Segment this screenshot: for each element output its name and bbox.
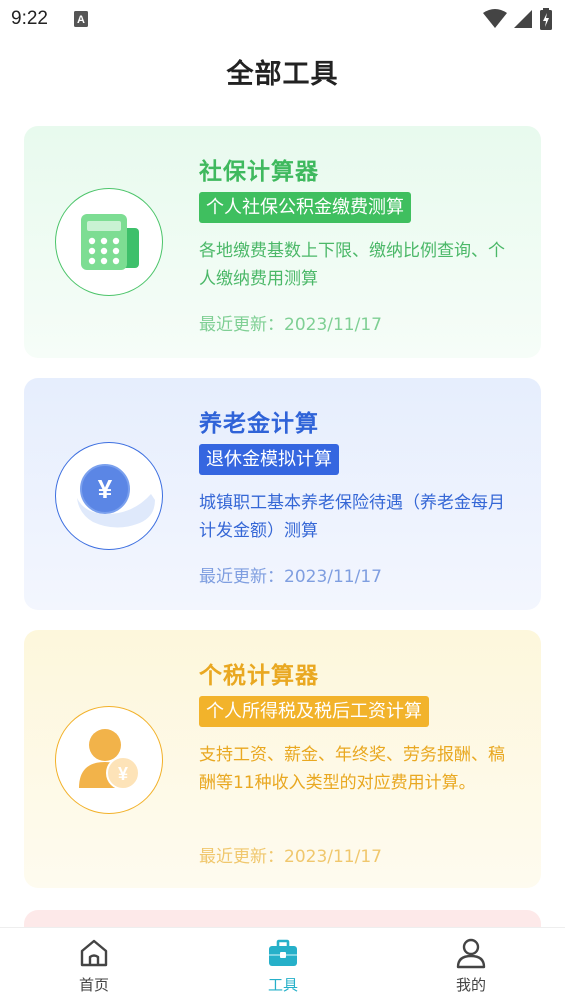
card-update-date: 最近更新：2023/11/17 xyxy=(199,567,382,587)
card-description: 各地缴费基数上下限、缴纳比例查询、个人缴纳费用测算 xyxy=(199,241,505,289)
battery-charging-icon xyxy=(540,8,552,30)
card-title: 社保计算器 xyxy=(199,159,319,185)
home-icon xyxy=(80,939,108,967)
yuan-coin-hand-icon: ¥ xyxy=(76,463,155,528)
status-time: 9:22 xyxy=(11,8,48,29)
card-tag: 个人社保公积金缴费测算 xyxy=(199,192,411,223)
system-icons xyxy=(483,8,553,30)
signal-icon xyxy=(514,10,532,28)
card-tag: 退休金模拟计算 xyxy=(199,444,339,475)
card-update-date: 最近更新：2023/11/17 xyxy=(199,315,382,335)
nav-item-home[interactable]: 首页 xyxy=(34,928,154,1004)
card-title: 个税计算器 xyxy=(199,663,319,689)
card-icon-circle: ¥ xyxy=(55,442,163,550)
nav-label: 我的 xyxy=(455,976,486,994)
card-description: 支持工资、薪金、年终奖、劳务报酬、稿酬等11种收入类型的对应费用计算。 xyxy=(199,745,505,793)
nav-label: 工具 xyxy=(267,976,298,994)
person-yuan-icon: ¥ xyxy=(78,728,140,790)
nav-item-tools[interactable]: 工具 xyxy=(223,928,343,1004)
toolbox-icon xyxy=(269,939,297,966)
tool-card-social-security[interactable]: 社保计算器 个人社保公积金缴费测算 各地缴费基数上下限、缴纳比例查询、个人缴纳费… xyxy=(24,126,541,358)
tool-card-pension[interactable]: ¥ 养老金计算 退休金模拟计算 城镇职工基本养老保险待遇（养老金每月计发金额）测… xyxy=(24,378,541,610)
card-title: 养老金计算 xyxy=(199,411,319,437)
wifi-icon xyxy=(483,9,507,28)
page-title: 全部工具 xyxy=(226,59,339,90)
tool-card-income-tax[interactable]: ¥ 个税计算器 个人所得税及税后工资计算 支持工资、薪金、年终奖、劳务报酬、稿酬… xyxy=(24,630,541,888)
notification-a-icon: A xyxy=(74,11,88,27)
calculator-icon xyxy=(80,213,139,270)
card-description: 城镇职工基本养老保险待遇（养老金每月计发金额）测算 xyxy=(199,493,505,541)
card-icon-circle xyxy=(55,188,163,296)
svg-text:¥: ¥ xyxy=(117,764,127,784)
nav-label: 首页 xyxy=(78,976,109,994)
bottom-nav: 首页 工具 我的 xyxy=(0,927,565,1004)
card-tag: 个人所得税及税后工资计算 xyxy=(199,696,429,727)
nav-item-mine[interactable]: 我的 xyxy=(411,928,531,1004)
card-update-date: 最近更新：2023/11/17 xyxy=(199,847,382,867)
card-icon-circle: ¥ xyxy=(55,706,163,814)
status-bar: 9:22 A xyxy=(0,0,565,40)
svg-text:A: A xyxy=(77,14,85,26)
user-icon xyxy=(456,938,486,969)
svg-text:¥: ¥ xyxy=(97,474,112,504)
